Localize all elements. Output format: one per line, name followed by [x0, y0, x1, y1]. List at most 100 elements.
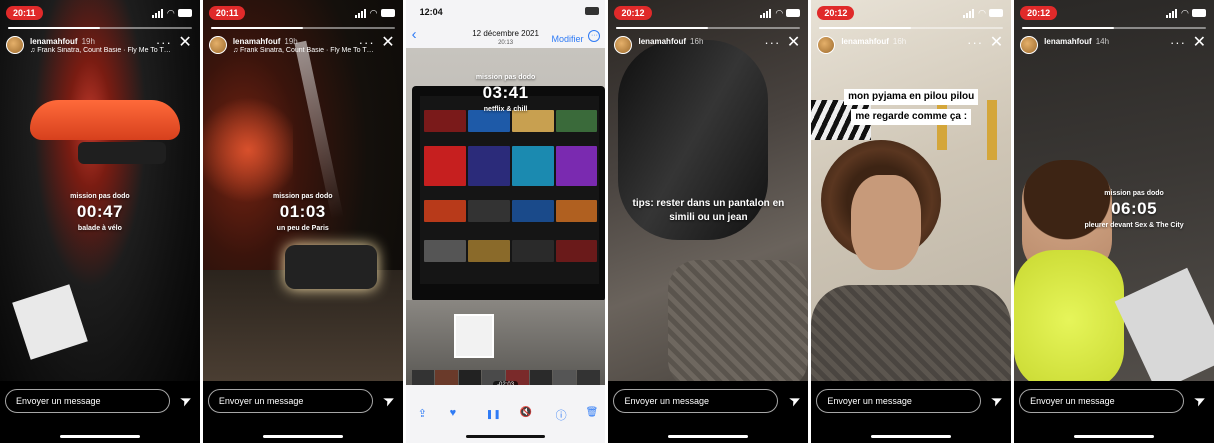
avatar[interactable]: [6, 36, 24, 54]
battery-icon: [585, 7, 600, 15]
car: [284, 245, 377, 289]
story-header: lenamahfouf 19h ♫ Frank Sinatra, Count Ba…: [208, 34, 397, 60]
status-bar: 20:12 ◠: [1014, 0, 1214, 22]
story-header: lenamahfouf 16h ··· ✕: [614, 34, 802, 60]
send-icon[interactable]: ➤: [177, 390, 194, 409]
more-icon[interactable]: ···: [359, 35, 375, 50]
story-age: 19h: [81, 37, 95, 46]
more-icon[interactable]: ···: [967, 35, 983, 50]
send-icon[interactable]: ➤: [989, 390, 1006, 409]
story-age: 16h: [892, 37, 907, 46]
status-bar: 20:12 ◠: [608, 0, 808, 22]
close-icon[interactable]: ✕: [178, 34, 191, 52]
yellow-blanket: [1014, 250, 1125, 390]
send-icon[interactable]: ➤: [786, 390, 803, 409]
username[interactable]: lenamahfouf 16h: [638, 37, 703, 46]
system-icons: ◠: [760, 8, 801, 18]
face: [851, 175, 922, 270]
story-text: tips: rester dans un pantalon en simili …: [632, 198, 785, 223]
home-indicator: [60, 435, 140, 438]
overlay-sticker: mission pas dodo 06:05 pleurer devant Se…: [1074, 190, 1194, 229]
caption-line: mon pyjama en pilou pilou: [844, 89, 979, 105]
netflix-row: [423, 110, 598, 132]
netflix-row: [423, 200, 598, 222]
status-bar: 20:12 ◠: [811, 0, 1011, 22]
story-panel[interactable]: 20:12 ◠ lenamahfouf 16h ··· ✕ tips: reste…: [608, 0, 809, 443]
send-icon[interactable]: ➤: [380, 390, 397, 409]
clock: 20:12: [817, 6, 855, 20]
story-panel[interactable]: 20:11 ◠ lenamahfouf 19h ♫ Frank Sinatra, …: [0, 0, 200, 443]
trash-icon[interactable]: 🗑: [586, 407, 599, 418]
share-icon[interactable]: ⇪: [418, 407, 427, 420]
home-indicator: [1074, 435, 1154, 438]
battery-icon: [380, 9, 395, 17]
bike-display: [78, 142, 166, 164]
system-icons: ◠: [1165, 8, 1206, 18]
system-icons: ◠: [151, 8, 192, 18]
story-progress: [8, 27, 192, 29]
clock: 12:04: [419, 7, 443, 17]
battery-icon: [786, 9, 801, 17]
more-icon[interactable]: ···: [1170, 35, 1186, 50]
avatar[interactable]: [1020, 36, 1039, 54]
story-age: 14h: [1095, 37, 1110, 46]
photos-header: 12:04 ‹ 12 décembre 2021 20:13 Modifier …: [405, 0, 606, 48]
overlay-label: mission pas dodo: [475, 74, 536, 81]
caption-line: me regarde comme ça :: [851, 109, 972, 125]
battery-icon: [989, 9, 1004, 17]
edit-button[interactable]: Modifier: [551, 34, 583, 44]
message-input[interactable]: Envoyer un message: [207, 389, 373, 413]
overlay-time: 00:47: [76, 202, 123, 221]
story-age: 16h: [690, 37, 704, 46]
username[interactable]: lenamahfouf 14h: [1044, 37, 1109, 46]
story-header: lenamahfouf 16h ··· ✕: [817, 34, 1005, 60]
battery-icon: [1191, 9, 1206, 17]
avatar[interactable]: [208, 36, 227, 54]
reply-bar: Envoyer un message ➤: [1014, 381, 1214, 443]
story-panel[interactable]: 20:11 ◠ lenamahfouf 19h ♫ Frank Sinatra, …: [202, 0, 403, 443]
more-icon[interactable]: ···: [156, 35, 172, 50]
clock: 20:12: [614, 6, 652, 20]
close-icon[interactable]: ✕: [990, 34, 1003, 52]
story-panel[interactable]: 20:12 ◠ lenamahfouf 16h ··· ✕ mon pyjama …: [811, 0, 1012, 443]
wifi-icon: ◠: [369, 8, 378, 18]
close-icon[interactable]: ✕: [381, 34, 394, 52]
battery-icon: [177, 9, 192, 17]
close-icon[interactable]: ✕: [787, 34, 800, 52]
music-label[interactable]: ♫ Frank Sinatra, Count Basie · Fly Me To…: [233, 47, 373, 54]
reply-bar: Envoyer un message ➤: [608, 381, 809, 443]
pause-icon[interactable]: ❚❚: [486, 409, 501, 420]
status-bar: 20:11 ◠: [0, 0, 200, 22]
info-icon[interactable]: ⓘ: [556, 407, 567, 423]
story-progress: [1022, 27, 1206, 29]
music-label[interactable]: ♫ Frank Sinatra, Count Basie · Fly Me To…: [30, 47, 170, 54]
wifi-icon: ◠: [1180, 8, 1189, 18]
wifi-icon: ◠: [775, 8, 784, 18]
story-panel[interactable]: 20:12 ◠ lenamahfouf 14h ··· ✕ mission pas…: [1014, 0, 1214, 443]
username[interactable]: lenamahfouf 16h: [841, 37, 906, 46]
photos-toolbar: ⇪ ♥ ❚❚ 🔇 ⓘ 🗑: [405, 385, 606, 443]
netflix-row: [423, 240, 598, 262]
message-input[interactable]: Envoyer un message: [1019, 389, 1184, 413]
heart-icon[interactable]: ♥: [450, 407, 457, 419]
mute-icon[interactable]: 🔇: [520, 407, 532, 418]
overlay-caption: netflix & chill: [483, 106, 528, 113]
overlay-caption: balade à vélo: [77, 225, 122, 232]
avatar[interactable]: [817, 36, 836, 54]
message-input[interactable]: Envoyer un message: [5, 389, 170, 413]
more-icon[interactable]: ···: [764, 35, 780, 50]
overlay-sticker: mission pas dodo 00:47 balade à vélo: [0, 193, 200, 232]
message-input[interactable]: Envoyer un message: [613, 389, 779, 413]
system-icons: ◠: [354, 8, 395, 18]
knit-sweater: [668, 260, 809, 390]
photos-viewer: 12:04 ‹ 12 décembre 2021 20:13 Modifier …: [405, 0, 606, 443]
story-age: 19h: [284, 37, 298, 46]
story-strip: 20:11 ◠ lenamahfouf 19h ♫ Frank Sinatra, …: [0, 0, 1214, 443]
message-input[interactable]: Envoyer un message: [816, 389, 982, 413]
send-icon[interactable]: ➤: [1191, 390, 1208, 409]
story-progress: [819, 27, 1004, 29]
avatar[interactable]: [614, 36, 633, 54]
username[interactable]: lenamahfouf 19h: [30, 37, 95, 46]
username[interactable]: lenamahfouf 19h: [233, 37, 298, 46]
close-icon[interactable]: ✕: [1193, 34, 1206, 52]
